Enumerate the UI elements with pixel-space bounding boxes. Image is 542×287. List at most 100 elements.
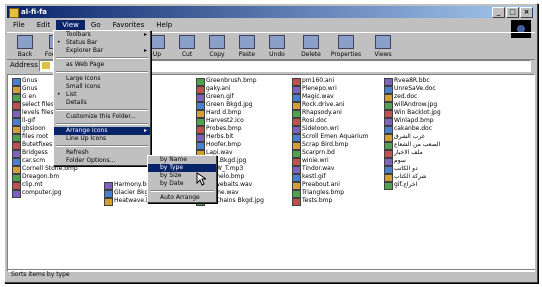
list-item[interactable]: شركة الكتاب xyxy=(384,173,441,182)
delete-button[interactable]: Delete xyxy=(297,35,325,58)
file-name: Sideloon.wri xyxy=(302,125,339,132)
menu-item[interactable]: by Type xyxy=(148,164,216,172)
list-item[interactable]: سوم xyxy=(384,157,441,166)
menu-item[interactable]: Details xyxy=(54,99,150,107)
undo-button[interactable]: Undo xyxy=(263,35,291,58)
list-item[interactable]: clip.mt xyxy=(12,181,78,190)
list-item[interactable]: Win Backlot.jpg xyxy=(384,109,441,118)
list-item[interactable]: computer.jpg xyxy=(12,189,78,198)
properties-label: Properties xyxy=(330,51,362,58)
close-button[interactable]: × xyxy=(520,7,533,18)
file-name: winie.wri xyxy=(302,157,329,164)
list-item[interactable]: Cornell Stone.bmp xyxy=(12,165,78,174)
menu-item[interactable]: Small Icons xyxy=(54,83,150,91)
cut-button[interactable]: Cut xyxy=(173,35,201,58)
list-item[interactable]: Rock.drive.ani xyxy=(292,101,368,110)
status-bar: Sorts items by type xyxy=(7,269,535,280)
list-item[interactable]: Green Bkgd.jpg xyxy=(196,101,264,110)
menu-item[interactable]: Refresh xyxy=(54,149,150,157)
file-name: Rock.drive.ani xyxy=(302,101,345,108)
list-item[interactable]: Harvest2.ico xyxy=(196,117,264,126)
menu-item-label: Large Icons xyxy=(66,75,101,82)
menu-help[interactable]: Help xyxy=(150,20,178,30)
menu-view[interactable]: View xyxy=(56,20,85,30)
list-item[interactable]: الصعب من الشعاع xyxy=(384,141,441,150)
list-item[interactable]: Rvea8R.bbc xyxy=(384,77,441,86)
menu-item[interactable]: • List xyxy=(54,91,150,99)
minimize-button[interactable]: _ xyxy=(492,7,505,18)
menu-item[interactable]: Toolbars ▸ xyxy=(54,31,150,39)
list-item[interactable]: gaky.ani xyxy=(196,85,264,94)
menu-separator xyxy=(56,109,148,111)
list-item[interactable]: pm160.ani xyxy=(292,77,368,86)
menu-item[interactable]: by Name xyxy=(148,156,216,164)
list-item[interactable]: Greenbrush.bmp xyxy=(196,77,264,86)
list-item[interactable]: willAndrow.jpg xyxy=(384,101,441,110)
list-item[interactable]: Preabout.ani xyxy=(292,181,368,190)
list-item[interactable]: UnreSaVe.doc xyxy=(384,85,441,94)
list-item[interactable]: Hard d.bmp xyxy=(196,109,264,118)
list-item[interactable]: Herbs.bit xyxy=(196,133,264,142)
back-button[interactable]: Back xyxy=(11,35,39,58)
list-item[interactable]: دو الكاتب xyxy=(384,165,441,174)
menu-file[interactable]: File xyxy=(7,20,31,30)
list-item[interactable]: zed.doc xyxy=(384,93,441,102)
list-item[interactable]: Magic.wav xyxy=(292,93,368,102)
file-name: دو الكاتب xyxy=(394,165,418,172)
list-item[interactable]: Rosi.doc xyxy=(292,117,368,126)
file-name: Bridgess xyxy=(22,149,48,156)
views-button[interactable]: Views xyxy=(369,35,397,58)
menu-item[interactable]: Auto Arrange xyxy=(148,194,216,202)
list-item[interactable]: Hoofer.bmp xyxy=(196,141,264,150)
menu-favorites[interactable]: Favorites xyxy=(107,20,151,30)
list-item[interactable]: winie.wri xyxy=(292,157,368,166)
list-item[interactable]: Rhapsody.ani xyxy=(292,109,368,118)
menu-item[interactable]: • Status Bar xyxy=(54,39,150,47)
file-icon xyxy=(12,190,21,198)
list-item[interactable]: cakanbe.doc xyxy=(384,125,441,134)
file-icon xyxy=(384,182,393,190)
maximize-button[interactable]: □ xyxy=(506,7,519,18)
back-icon xyxy=(17,35,33,49)
list-item[interactable]: Dreagon.bm xyxy=(12,173,78,182)
list-item[interactable]: Plenepo.wri xyxy=(292,85,368,94)
submenu-arrow-icon: ▸ xyxy=(143,127,147,134)
menu-item[interactable]: Explorer Bar ▸ xyxy=(54,47,150,55)
file-name: Probes.bmp xyxy=(206,125,242,132)
delete-label: Delete xyxy=(301,51,321,58)
list-item[interactable]: Scrap Bird.bmp xyxy=(292,141,368,150)
list-item[interactable]: Scarprn.bd xyxy=(292,149,368,158)
submenu-arrow-icon: ▸ xyxy=(143,31,147,38)
file-name: Scrap Bird.bmp xyxy=(302,141,349,148)
properties-button[interactable]: Properties xyxy=(327,35,365,58)
menu-go[interactable]: Go xyxy=(85,20,107,30)
list-item[interactable]: Tests.bmp xyxy=(292,197,368,206)
menu-item[interactable]: Large Icons xyxy=(54,75,150,83)
list-item[interactable]: غرب الشرق xyxy=(384,133,441,142)
check-icon: • xyxy=(57,91,61,98)
paste-button[interactable]: Paste xyxy=(233,35,261,58)
list-item[interactable]: Probes.bmp xyxy=(196,125,264,134)
list-item[interactable]: Tindor.wav xyxy=(292,165,368,174)
list-item[interactable]: kestl.gif xyxy=(292,173,368,182)
file-name: clip.mt xyxy=(22,181,43,188)
menu-item[interactable]: Folder Options... xyxy=(54,157,150,165)
list-item[interactable]: Green.gif xyxy=(196,93,264,102)
menu-edit[interactable]: Edit xyxy=(31,20,57,30)
list-item[interactable]: Winlapd.bmp xyxy=(384,117,441,126)
list-item[interactable]: gif.اخراج xyxy=(384,181,441,190)
menu-item[interactable]: as Web Page xyxy=(54,61,150,69)
menu-item[interactable]: Arrange Icons ▸ xyxy=(54,127,150,135)
list-item[interactable]: ملف الاخبار xyxy=(384,149,441,158)
file-name: Harvest2.ico xyxy=(206,117,244,124)
file-name: Gnus xyxy=(22,85,38,92)
view-menu: Toolbars ▸ • Status Bar Explorer Bar ▸ as Web … xyxy=(53,30,151,166)
title-bar[interactable]: al-fi-fa _ □ × xyxy=(7,6,535,18)
menu-item[interactable]: Customize this Folder... xyxy=(54,113,150,121)
list-item[interactable]: Scroll Emen Aquarium xyxy=(292,133,368,142)
list-item[interactable]: Triangles.bmp xyxy=(292,189,368,198)
list-item[interactable]: Sideloon.wri xyxy=(292,125,368,134)
menu-item[interactable]: Line Up Icons xyxy=(54,135,150,143)
file-name: UnreSaVe.doc xyxy=(394,85,436,92)
copy-button[interactable]: Copy xyxy=(203,35,231,58)
